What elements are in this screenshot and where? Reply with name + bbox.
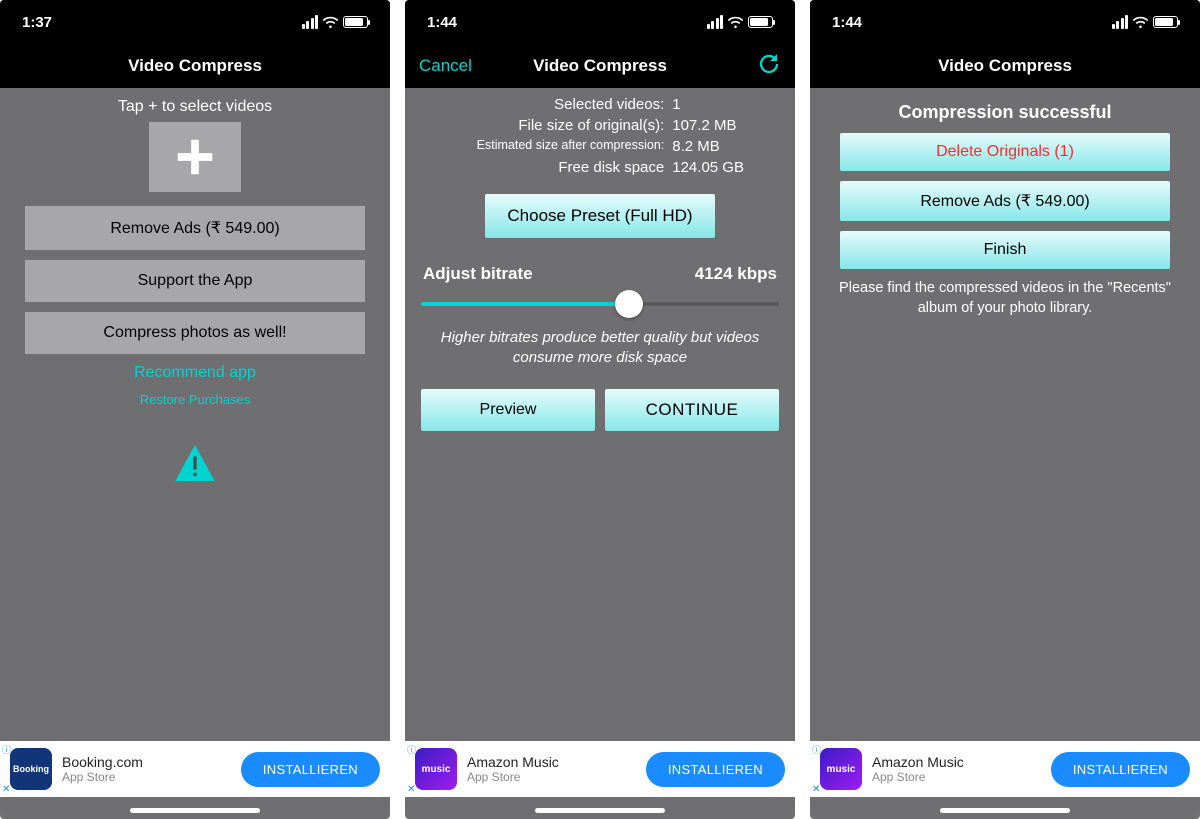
ad-title: Amazon Music [872,754,1041,770]
restore-purchases-link[interactable]: Restore Purchases [0,392,390,407]
compression-stats: Selected videos: 1 File size of original(… [405,94,795,178]
ad-close-icon[interactable]: ✕ [2,784,10,795]
home-indicator[interactable] [940,808,1070,813]
plus-icon [172,134,218,180]
nav-bar: Cancel Video Compress [405,44,795,88]
ad-close-icon[interactable]: ✕ [812,784,820,795]
battery-icon [343,16,368,28]
ad-app-icon: music [820,748,862,790]
refresh-button[interactable] [757,52,781,81]
status-bar: 1:37 [0,0,390,44]
clock: 1:44 [832,14,862,31]
clock: 1:44 [427,14,457,31]
ad-subtitle: App Store [467,770,636,784]
stat-estimated-value: 8.2 MB [672,138,750,155]
ad-install-button[interactable]: INSTALLIEREN [241,752,380,787]
status-indicators [1112,15,1179,29]
screen-result: 1:44 Video Compress Compression successf… [810,0,1200,819]
ad-app-icon: music [415,748,457,790]
ad-close-icon[interactable]: ✕ [407,784,415,795]
ad-title: Amazon Music [467,754,636,770]
wifi-icon [322,16,339,29]
delete-originals-button[interactable]: Delete Originals (1) [840,133,1170,171]
page-title: Video Compress [938,56,1072,76]
stat-estimated-label: Estimated size after compression: [450,138,665,155]
ad-install-button[interactable]: INSTALLIEREN [646,752,785,787]
refresh-icon [757,52,781,76]
finish-button[interactable]: Finish [840,231,1170,269]
nav-bar: Video Compress [0,44,390,88]
select-hint: Tap + to select videos [0,98,390,116]
bitrate-value: 4124 kbps [695,264,777,284]
recommend-link[interactable]: Recommend app [0,364,390,382]
ad-text: Amazon Music App Store [467,754,636,784]
page-title: Video Compress [533,56,667,76]
ad-install-button[interactable]: INSTALLIEREN [1051,752,1190,787]
stat-filesize-label: File size of original(s): [450,117,665,134]
cancel-button[interactable]: Cancel [419,56,472,76]
stat-freespace-label: Free disk space [450,159,665,176]
ad-app-icon: Booking [10,748,52,790]
bitrate-slider[interactable] [421,290,779,318]
remove-ads-button[interactable]: Remove Ads (₹ 549.00) [25,206,365,250]
status-bar: 1:44 [405,0,795,44]
wifi-icon [1132,16,1149,29]
choose-preset-button[interactable]: Choose Preset (Full HD) [485,194,714,238]
continue-button[interactable]: CONTINUE [605,389,779,431]
result-note: Please find the compressed videos in the… [810,269,1200,318]
remove-ads-button[interactable]: Remove Ads (₹ 549.00) [840,181,1170,221]
ad-banner[interactable]: ⓘ ✕ music Amazon Music App Store INSTALL… [405,741,795,797]
cellular-icon [302,15,319,29]
clock: 1:37 [22,14,52,31]
stat-selected-label: Selected videos: [450,96,665,113]
status-bar: 1:44 [810,0,1200,44]
preview-button[interactable]: Preview [421,389,595,431]
ad-subtitle: App Store [872,770,1041,784]
ad-info-icon[interactable]: ⓘ [812,743,821,756]
ad-info-icon[interactable]: ⓘ [2,743,11,756]
battery-icon [1153,16,1178,28]
ad-banner[interactable]: ⓘ ✕ music Amazon Music App Store INSTALL… [810,741,1200,797]
screen-settings: 1:44 Cancel Video Compress Selected vide… [405,0,795,819]
nav-bar: Video Compress [810,44,1200,88]
ad-banner[interactable]: ⓘ ✕ Booking Booking.com App Store INSTAL… [0,741,390,797]
ad-title: Booking.com [62,754,231,770]
home-indicator[interactable] [130,808,260,813]
status-indicators [302,15,369,29]
ad-text: Booking.com App Store [62,754,231,784]
ad-info-icon[interactable]: ⓘ [407,743,416,756]
cellular-icon [1112,15,1129,29]
success-heading: Compression successful [810,102,1200,123]
status-indicators [707,15,774,29]
screen-home: 1:37 Video Compress Tap + to select vide… [0,0,390,819]
slider-thumb[interactable] [615,290,643,318]
home-indicator[interactable] [535,808,665,813]
cellular-icon [707,15,724,29]
slider-fill [421,302,629,306]
bitrate-hint: Higher bitrates produce better quality b… [405,318,795,369]
stat-freespace-value: 124.05 GB [672,159,750,176]
ad-subtitle: App Store [62,770,231,784]
battery-icon [748,16,773,28]
compress-photos-button[interactable]: Compress photos as well! [25,312,365,354]
stat-filesize-value: 107.2 MB [672,117,750,134]
stat-selected-value: 1 [672,96,750,113]
add-videos-button[interactable] [149,122,241,192]
support-app-button[interactable]: Support the App [25,260,365,302]
warning-icon[interactable] [175,445,215,481]
ad-text: Amazon Music App Store [872,754,1041,784]
bitrate-label: Adjust bitrate [423,264,533,284]
page-title: Video Compress [128,56,262,76]
wifi-icon [727,16,744,29]
